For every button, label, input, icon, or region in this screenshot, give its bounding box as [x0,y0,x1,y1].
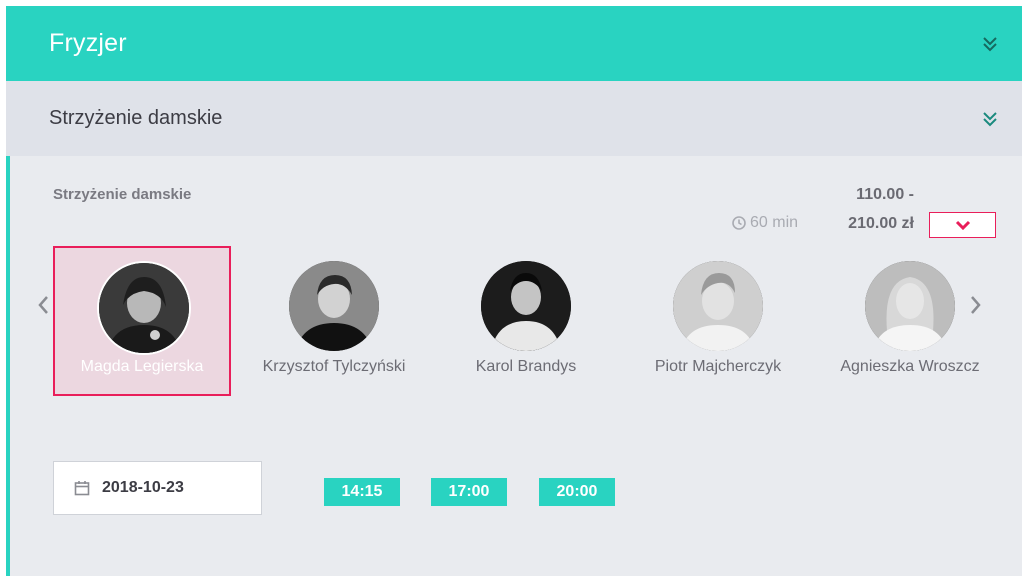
time-slot[interactable]: 17:00 [431,478,507,506]
staff-card[interactable]: Karol Brandys [437,246,615,396]
service-header[interactable]: Strzyżenie damskie [6,81,1022,156]
expand-service-button[interactable] [929,212,996,238]
service-name: Strzyżenie damskie [53,186,192,203]
calendar-icon [74,481,90,496]
avatar [289,261,379,351]
duration: 60 min [732,214,798,232]
price-from: 110.00 - [856,186,914,203]
avatar [97,261,191,355]
staff-name: Piotr Majcherczyk [654,358,782,375]
time-slot[interactable]: 20:00 [539,478,615,506]
avatar [481,261,571,351]
date-picker[interactable]: 2018-10-23 [53,461,262,515]
staff-card[interactable]: Piotr Majcherczyk [629,246,807,396]
clock-icon [732,216,746,230]
service-panel: Strzyżenie damskie 110.00 - 210.00 zł 60… [6,156,1022,576]
time-slot[interactable]: 14:15 [324,478,400,506]
service-header-title: Strzyżenie damskie [49,107,223,129]
avatar [673,261,763,351]
staff-name: Magda Legierska [80,358,204,375]
duration-value: 60 min [750,214,799,231]
category-title: Fryzjer [49,29,127,57]
double-chevron-down-icon[interactable] [982,111,998,127]
staff-name: Agnieszka Wroszcz [840,358,980,375]
booking-widget: Fryzjer Strzyżenie damskie Strzyżenie da… [6,6,1022,579]
staff-card-selected[interactable]: Magda Legierska [53,246,231,396]
staff-card[interactable]: Agnieszka Wroszcz [821,246,999,396]
date-value: 2018-10-23 [102,479,184,496]
staff-name: Krzysztof Tylczyński [262,358,406,375]
double-chevron-down-icon[interactable] [982,36,998,52]
carousel-prev-button[interactable] [36,294,50,316]
price-to: 210.00 zł [848,215,914,232]
avatar [865,261,955,351]
chevron-left-icon [38,296,48,314]
staff-card[interactable]: Krzysztof Tylczyński [245,246,423,396]
staff-name: Karol Brandys [475,358,577,375]
category-header[interactable]: Fryzjer [6,6,1022,81]
chevron-down-icon [955,220,970,230]
